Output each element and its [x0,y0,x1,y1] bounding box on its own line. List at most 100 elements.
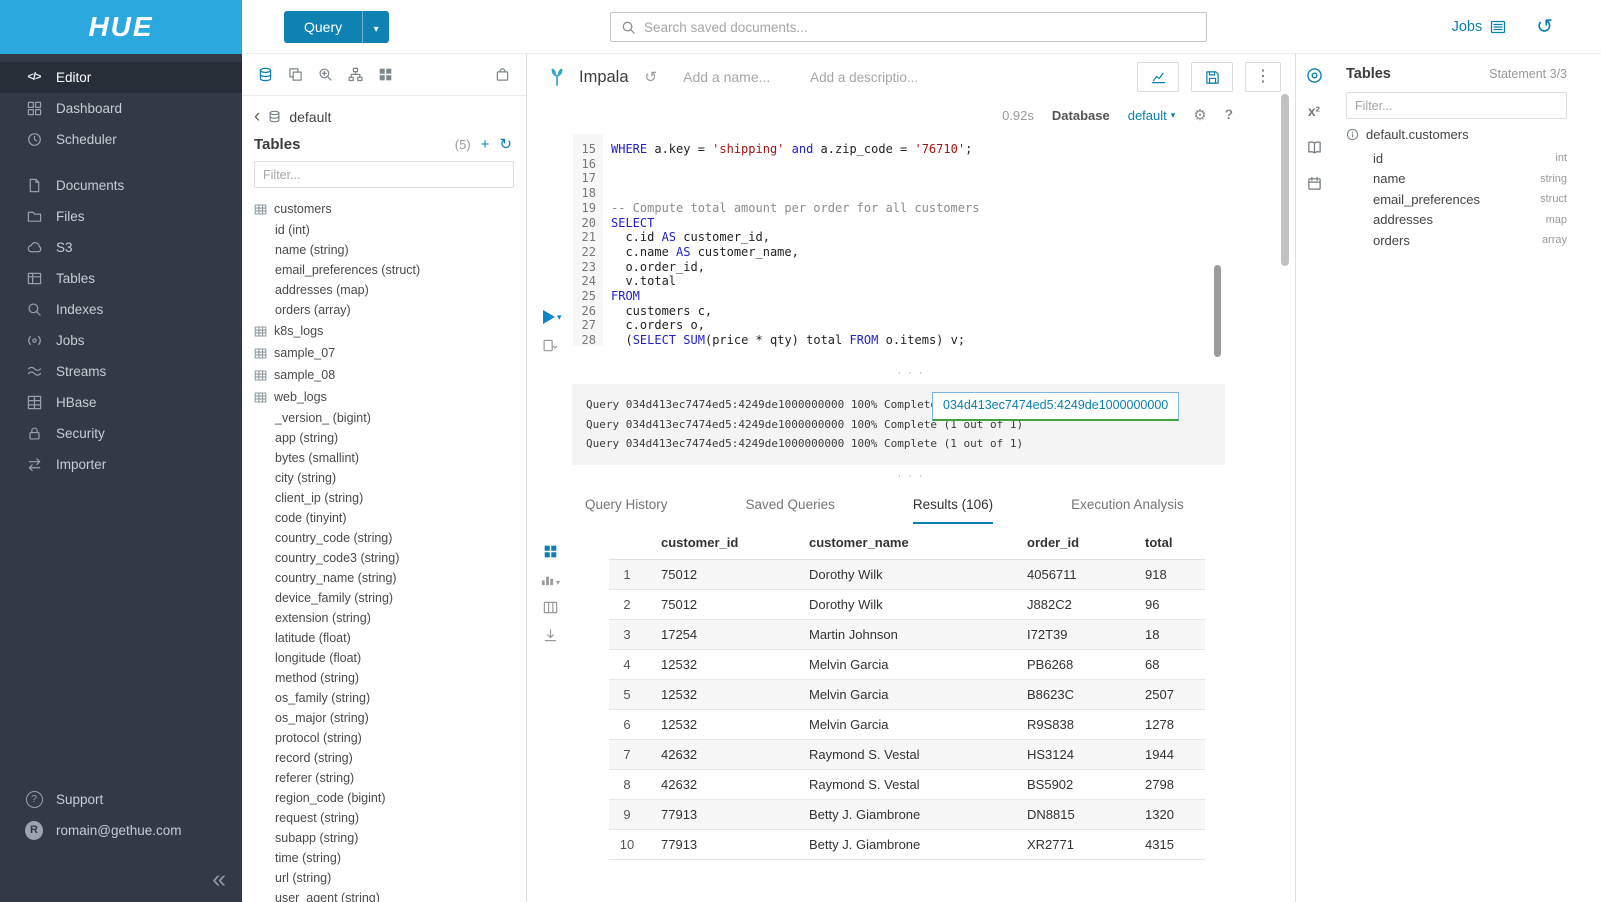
search-input[interactable] [644,20,1196,35]
column-item[interactable]: id (int) [254,220,526,240]
results-col-customer-id[interactable]: customer_id [651,526,799,560]
column-item[interactable]: addresses (map) [254,280,526,300]
column-item[interactable]: client_ip (string) [254,488,526,508]
support-link[interactable]: ? Support [0,784,242,815]
column-item[interactable]: method (string) [254,668,526,688]
table-filter-input[interactable] [263,168,505,182]
collapse-icon[interactable]: « [212,867,226,892]
assist-column-row[interactable]: addressesmap [1373,210,1567,231]
functions-icon[interactable]: x² [1308,105,1320,119]
hue-logo[interactable]: HUE [0,0,242,54]
code-content[interactable]: WHERE a.key = 'shipping' and a.zip_code … [603,134,1295,346]
column-item[interactable]: os_major (string) [254,708,526,728]
calendar-icon[interactable] [1307,176,1322,191]
main-scrollbar[interactable] [1281,94,1289,266]
column-item[interactable]: country_code3 (string) [254,548,526,568]
column-item[interactable]: time (string) [254,848,526,868]
zoom-plus-icon[interactable] [318,67,333,82]
assist-column-row[interactable]: namestring [1373,169,1567,190]
assist-filter-input[interactable] [1355,99,1558,113]
query-button[interactable]: Query [284,11,362,43]
column-item[interactable]: extension (string) [254,608,526,628]
tab-results-106[interactable]: Results (106) [913,497,993,524]
assist-column-row[interactable]: ordersarray [1373,230,1567,251]
history-icon[interactable]: ↺ [645,70,658,85]
global-search[interactable] [610,12,1207,42]
save-button[interactable] [1191,62,1233,92]
history-icon[interactable]: ↺ [1536,17,1553,37]
statement-menu-button[interactable] [543,338,558,358]
chart-button[interactable] [1137,62,1179,92]
resize-handle[interactable] [527,368,1295,382]
editor-scrollbar[interactable] [1214,265,1221,357]
sidebar-item-security[interactable]: Security [0,418,242,449]
results-col-order-id[interactable]: order_id [1017,526,1135,560]
table-item[interactable]: web_logs [254,386,526,408]
column-item[interactable]: os_family (string) [254,688,526,708]
assist-column-row[interactable]: idint [1373,148,1567,169]
refresh-icon[interactable]: ↻ [499,137,512,152]
sidebar-item-indexes[interactable]: Indexes [0,294,242,325]
help-icon[interactable]: ? [1225,108,1233,122]
assist-filter[interactable] [1346,92,1567,119]
database-icon[interactable] [258,67,273,82]
plus-icon[interactable]: + [481,137,490,152]
query-dropdown-button[interactable]: ▾ [362,11,389,43]
database-select[interactable]: default ▾ [1128,108,1176,123]
column-item[interactable]: app (string) [254,428,526,448]
table-item[interactable]: sample_07 [254,342,526,364]
columns-icon[interactable] [543,600,558,615]
chevron-left-icon[interactable]: ‹ [254,107,260,126]
sidebar-item-dashboard[interactable]: Dashboard [0,93,242,124]
column-item[interactable]: region_code (bigint) [254,788,526,808]
chart-view-button[interactable]: ▾ [540,572,560,587]
table-item[interactable]: k8s_logs [254,320,526,342]
column-item[interactable]: bytes (smallint) [254,448,526,468]
sidebar-item-streams[interactable]: Streams [0,356,242,387]
grid-icon[interactable] [378,67,393,82]
sidebar-item-tables[interactable]: Tables [0,263,242,294]
copy-icon[interactable] [288,67,303,82]
table-item[interactable]: sample_08 [254,364,526,386]
column-item[interactable]: longitude (float) [254,648,526,668]
column-item[interactable]: name (string) [254,240,526,260]
column-item[interactable]: user_agent (string) [254,888,526,902]
sidebar-item-files[interactable]: Files [0,201,242,232]
sidebar-item-documents[interactable]: Documents [0,170,242,201]
assistant-icon[interactable] [1306,67,1323,84]
tab-execution-analysis[interactable]: Execution Analysis [1071,497,1184,524]
tab-query-history[interactable]: Query History [585,497,668,524]
column-item[interactable]: protocol (string) [254,728,526,748]
sidebar-item-editor[interactable]: </>Editor [0,62,242,93]
results-col-total[interactable]: total [1135,526,1205,560]
column-item[interactable]: orders (array) [254,300,526,320]
column-item[interactable]: request (string) [254,808,526,828]
column-item[interactable]: _version_ (bigint) [254,408,526,428]
results-col-customer-name[interactable]: customer_name [799,526,1017,560]
column-item[interactable]: city (string) [254,468,526,488]
execute-button[interactable]: ▾ [543,310,562,324]
gear-icon[interactable]: ⚙ [1193,108,1206,123]
column-item[interactable]: device_family (string) [254,588,526,608]
code-editor[interactable]: ▾ 1516171819202122232425262728 WHERE a.k… [527,134,1295,346]
column-item[interactable]: record (string) [254,748,526,768]
user-menu[interactable]: R romain@gethue.com [0,815,242,846]
column-item[interactable]: url (string) [254,868,526,888]
column-item[interactable]: code (tinyint) [254,508,526,528]
sidebar-item-hbase[interactable]: HBase [0,387,242,418]
sidebar-item-importer[interactable]: Importer [0,449,242,480]
column-item[interactable]: country_code (string) [254,528,526,548]
query-name-input[interactable] [683,69,788,85]
bag-icon[interactable] [495,67,510,82]
table-filter[interactable] [254,161,514,188]
sidebar-item-s3[interactable]: S3 [0,232,242,263]
info-icon[interactable] [1346,128,1359,141]
assist-column-row[interactable]: email_preferencesstruct [1373,189,1567,210]
table-item[interactable]: customers [254,198,526,220]
assist-active-table[interactable]: default.customers [1346,127,1567,142]
grid-icon[interactable] [543,544,558,559]
breadcrumb-database[interactable]: default [289,109,331,125]
jobs-link[interactable]: Jobs [1452,19,1507,35]
query-description-input[interactable] [810,70,930,85]
column-item[interactable]: country_name (string) [254,568,526,588]
